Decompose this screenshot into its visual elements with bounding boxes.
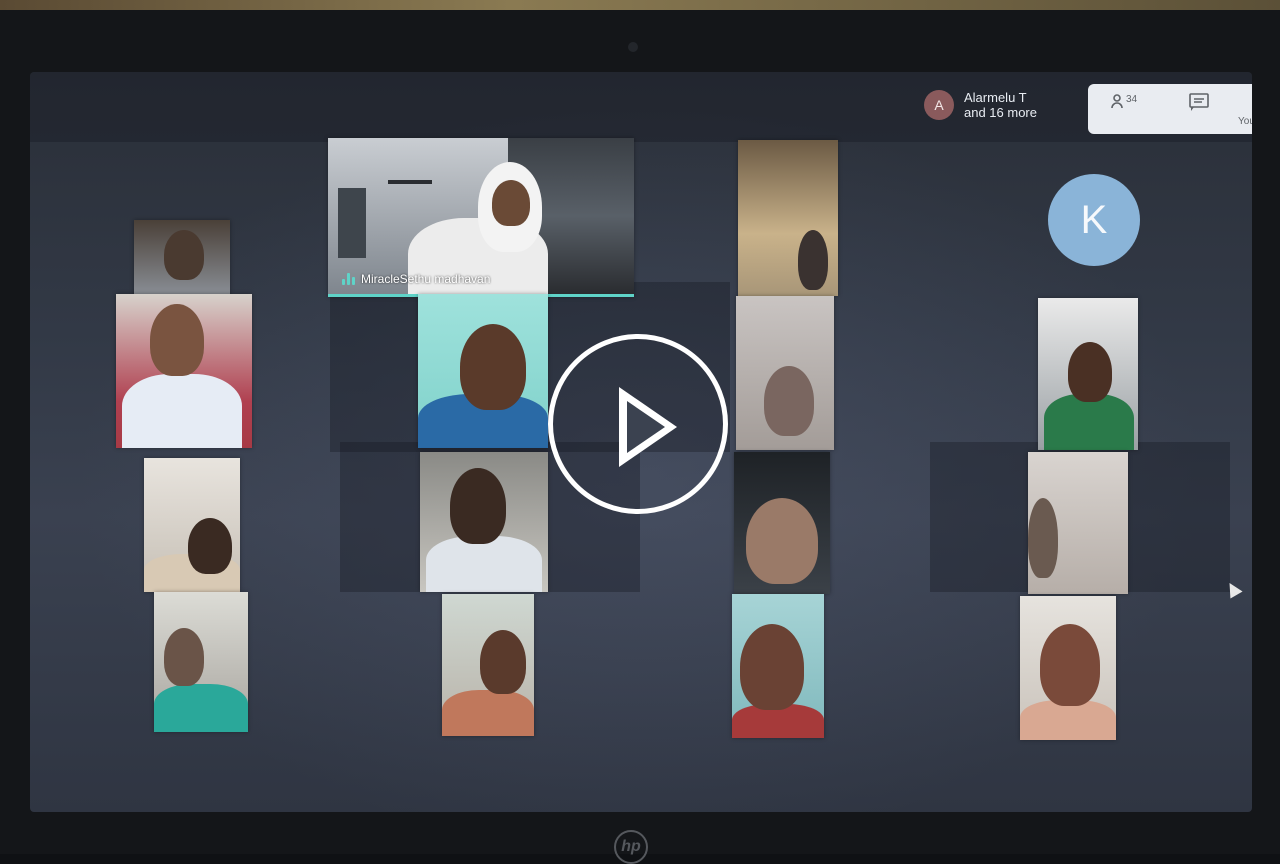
- avatar: A: [924, 90, 954, 120]
- participant-tile[interactable]: [738, 140, 838, 296]
- person: [150, 304, 204, 376]
- person: [1044, 394, 1134, 450]
- person: [764, 366, 814, 436]
- participant-tile[interactable]: [734, 452, 830, 594]
- person: [164, 230, 204, 280]
- you-label: You: [1238, 116, 1252, 127]
- chat-icon[interactable]: [1188, 92, 1210, 117]
- person: [740, 624, 804, 710]
- participant-tile[interactable]: [134, 220, 230, 296]
- person: [492, 180, 530, 226]
- participant-tile[interactable]: [442, 594, 534, 736]
- person: [426, 536, 542, 592]
- participant-tile[interactable]: [418, 294, 548, 448]
- participant-tile[interactable]: [144, 458, 240, 592]
- meeting-screen: A Alarmelu T and 16 more 34 You K: [30, 72, 1252, 812]
- main-speaker-tile[interactable]: MiracleSethu madhavan: [328, 138, 634, 297]
- person: [188, 518, 232, 574]
- top-band: [30, 72, 1252, 142]
- audio-indicator-icon: [342, 273, 355, 285]
- person: [798, 230, 828, 290]
- person: [1020, 700, 1116, 740]
- webcam: [628, 42, 638, 52]
- person: [1040, 624, 1100, 706]
- photo-of-laptop-screen: A Alarmelu T and 16 more 34 You K: [0, 0, 1280, 864]
- participant-tile[interactable]: [1028, 452, 1128, 594]
- person: [122, 374, 242, 448]
- speaker-name: MiracleSethu madhavan: [361, 272, 491, 286]
- participant-tile[interactable]: [732, 594, 824, 738]
- person: [1028, 498, 1058, 578]
- ceiling-fan: [388, 180, 432, 184]
- meeting-controls: 34 You: [1088, 84, 1252, 134]
- person: [1068, 342, 1112, 402]
- window: [338, 188, 366, 258]
- person: [154, 684, 248, 732]
- participant-tile[interactable]: [420, 452, 548, 592]
- presenter-chip[interactable]: A Alarmelu T and 16 more: [924, 88, 1037, 122]
- hp-logo: hp: [614, 830, 648, 864]
- participant-tile[interactable]: [1038, 298, 1138, 450]
- presenter-chip-text: Alarmelu T and 16 more: [964, 90, 1037, 120]
- speaker-name-label: MiracleSethu madhavan: [342, 272, 490, 286]
- person: [164, 628, 204, 686]
- presenter-name: Alarmelu T: [964, 90, 1027, 105]
- participant-tile[interactable]: [154, 592, 248, 732]
- person: [746, 498, 818, 584]
- background-wall: [0, 0, 1280, 10]
- participant-count: 34: [1126, 94, 1138, 105]
- participant-tile[interactable]: [1020, 596, 1116, 740]
- play-button[interactable]: [548, 334, 728, 514]
- person: [460, 324, 526, 410]
- person: [480, 630, 526, 694]
- person: [450, 468, 506, 544]
- person: [442, 690, 534, 736]
- more-participants-text: and 16 more: [964, 105, 1037, 120]
- participant-avatar-k[interactable]: K: [1048, 174, 1140, 266]
- participant-tile[interactable]: [116, 294, 252, 448]
- participant-tile[interactable]: [736, 296, 834, 450]
